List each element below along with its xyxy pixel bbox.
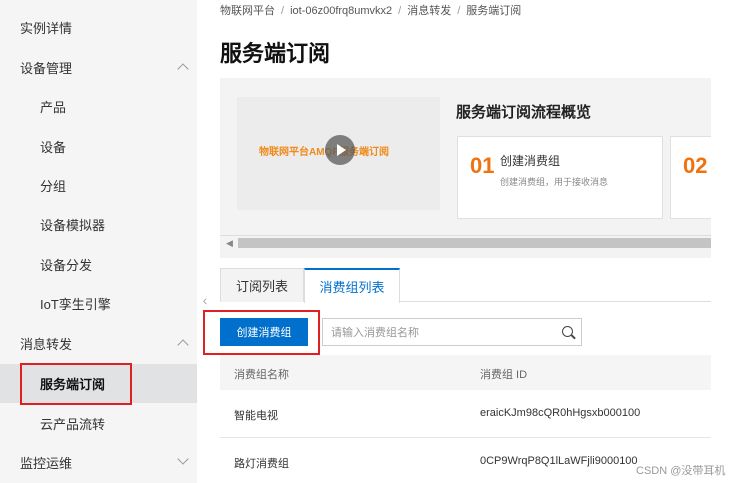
sidebar-item-device[interactable]: 设备	[0, 127, 197, 166]
sidebar-item-label: 消息转发	[20, 337, 73, 352]
cell-group-id: 0CP9WrqP8Q1lLaWFjli9000100	[480, 455, 638, 467]
search-box	[322, 318, 582, 346]
search-input[interactable]	[331, 324, 546, 342]
table-header: 消费组名称 消费组 ID	[220, 355, 711, 390]
overview-panel: 物联网平台AMQP服务端订阅 服务端订阅流程概览 01 创建消费组 创建消费组，…	[220, 78, 711, 258]
app-root: 实例详情 设备管理 产品 设备 分组 设备模拟器 设备分发 IoT孪生引擎 消息…	[0, 0, 749, 483]
play-icon[interactable]	[325, 135, 355, 165]
sidebar-item-label: IoT孪生引擎	[40, 297, 111, 312]
sidebar-item-cloud-product-flow[interactable]: 云产品流转	[0, 404, 197, 443]
breadcrumb-item[interactable]: 消息转发	[407, 5, 451, 17]
page-title: 服务端订阅	[220, 41, 331, 66]
cell-group-name: 智能电视	[234, 410, 278, 422]
sidebar-item-label: 监控运维	[20, 456, 73, 471]
sidebar-item-device-distribution[interactable]: 设备分发	[0, 245, 197, 284]
sidebar-item-label: 设备管理	[20, 61, 73, 76]
breadcrumb-separator: /	[281, 5, 285, 17]
step-card: 02	[670, 136, 711, 219]
step-description: 创建消费组，用于接收消息	[500, 177, 609, 187]
sidebar-item-group[interactable]: 分组	[0, 166, 197, 205]
chevron-down-icon	[177, 453, 189, 465]
sidebar-item-product[interactable]: 产品	[0, 87, 197, 126]
tab-subscription-list[interactable]: 订阅列表	[220, 268, 304, 302]
video-thumbnail[interactable]: 物联网平台AMQP服务端订阅	[237, 97, 440, 210]
chevron-up-icon	[177, 339, 189, 351]
sidebar-item-label: 设备分发	[40, 258, 93, 273]
horizontal-scrollbar[interactable]: ◀	[220, 235, 711, 249]
overview-title: 服务端订阅流程概览	[456, 104, 592, 121]
breadcrumb-separator: /	[398, 5, 402, 17]
step-number: 02	[683, 153, 708, 178]
sidebar-item-device-simulator[interactable]: 设备模拟器	[0, 205, 197, 244]
search-icon[interactable]	[562, 326, 573, 337]
sidebar-item-label: 产品	[40, 100, 67, 115]
sidebar-item-instance-details[interactable]: 实例详情	[0, 8, 197, 47]
cell-group-id: eraicKJm98cQR0hHgsxb000100	[480, 407, 641, 419]
sidebar-item-label: 实例详情	[20, 21, 73, 36]
sidebar-group-device-management[interactable]: 设备管理	[0, 48, 197, 87]
breadcrumb-separator: /	[457, 5, 461, 17]
sidebar-item-server-subscription[interactable]: 服务端订阅	[0, 364, 197, 403]
breadcrumb-item[interactable]: 物联网平台	[220, 5, 275, 17]
sidebar-group-message-forwarding[interactable]: 消息转发	[0, 324, 197, 363]
sidebar-item-iot-twin-engine[interactable]: IoT孪生引擎	[0, 284, 197, 323]
column-header: 消费组 ID	[480, 369, 528, 381]
sidebar-group-monitoring-ops[interactable]: 监控运维	[0, 443, 197, 482]
scrollbar-thumb[interactable]	[238, 238, 711, 248]
tab-bar: 订阅列表 消费组列表	[220, 268, 711, 303]
sidebar-item-label: 设备	[40, 140, 67, 155]
breadcrumb: 物联网平台 / iot-06z00frq8umvkx2 / 消息转发 / 服务端订阅	[220, 2, 521, 18]
watermark: CSDN @没带耳机	[636, 465, 726, 477]
sidebar-item-label: 服务端订阅	[40, 377, 106, 392]
sidebar-item-label: 分组	[40, 179, 67, 194]
create-consumer-group-button[interactable]: 创建消费组	[220, 318, 308, 346]
cell-group-name: 路灯消费组	[234, 458, 289, 470]
sidebar: 实例详情 设备管理 产品 设备 分组 设备模拟器 设备分发 IoT孪生引擎 消息…	[0, 0, 197, 483]
breadcrumb-item-current: 服务端订阅	[466, 5, 522, 17]
breadcrumb-item[interactable]: iot-06z00frq8umvkx2	[290, 5, 392, 17]
scroll-left-icon[interactable]: ◀	[226, 238, 233, 249]
table-row[interactable]: 智能电视 eraicKJm98cQR0hHgsxb000100	[220, 390, 711, 438]
tab-consumer-group-list[interactable]: 消费组列表	[304, 268, 400, 303]
sidebar-item-label: 设备模拟器	[40, 218, 106, 233]
sidebar-item-label: 云产品流转	[40, 417, 106, 432]
chevron-up-icon	[177, 63, 189, 75]
step-title: 创建消费组	[500, 154, 561, 168]
column-header: 消费组名称	[234, 369, 289, 381]
sidebar-collapse-icon[interactable]: ‹	[197, 280, 213, 320]
step-number: 01	[470, 153, 495, 178]
step-card: 01 创建消费组 创建消费组，用于接收消息	[457, 136, 663, 219]
